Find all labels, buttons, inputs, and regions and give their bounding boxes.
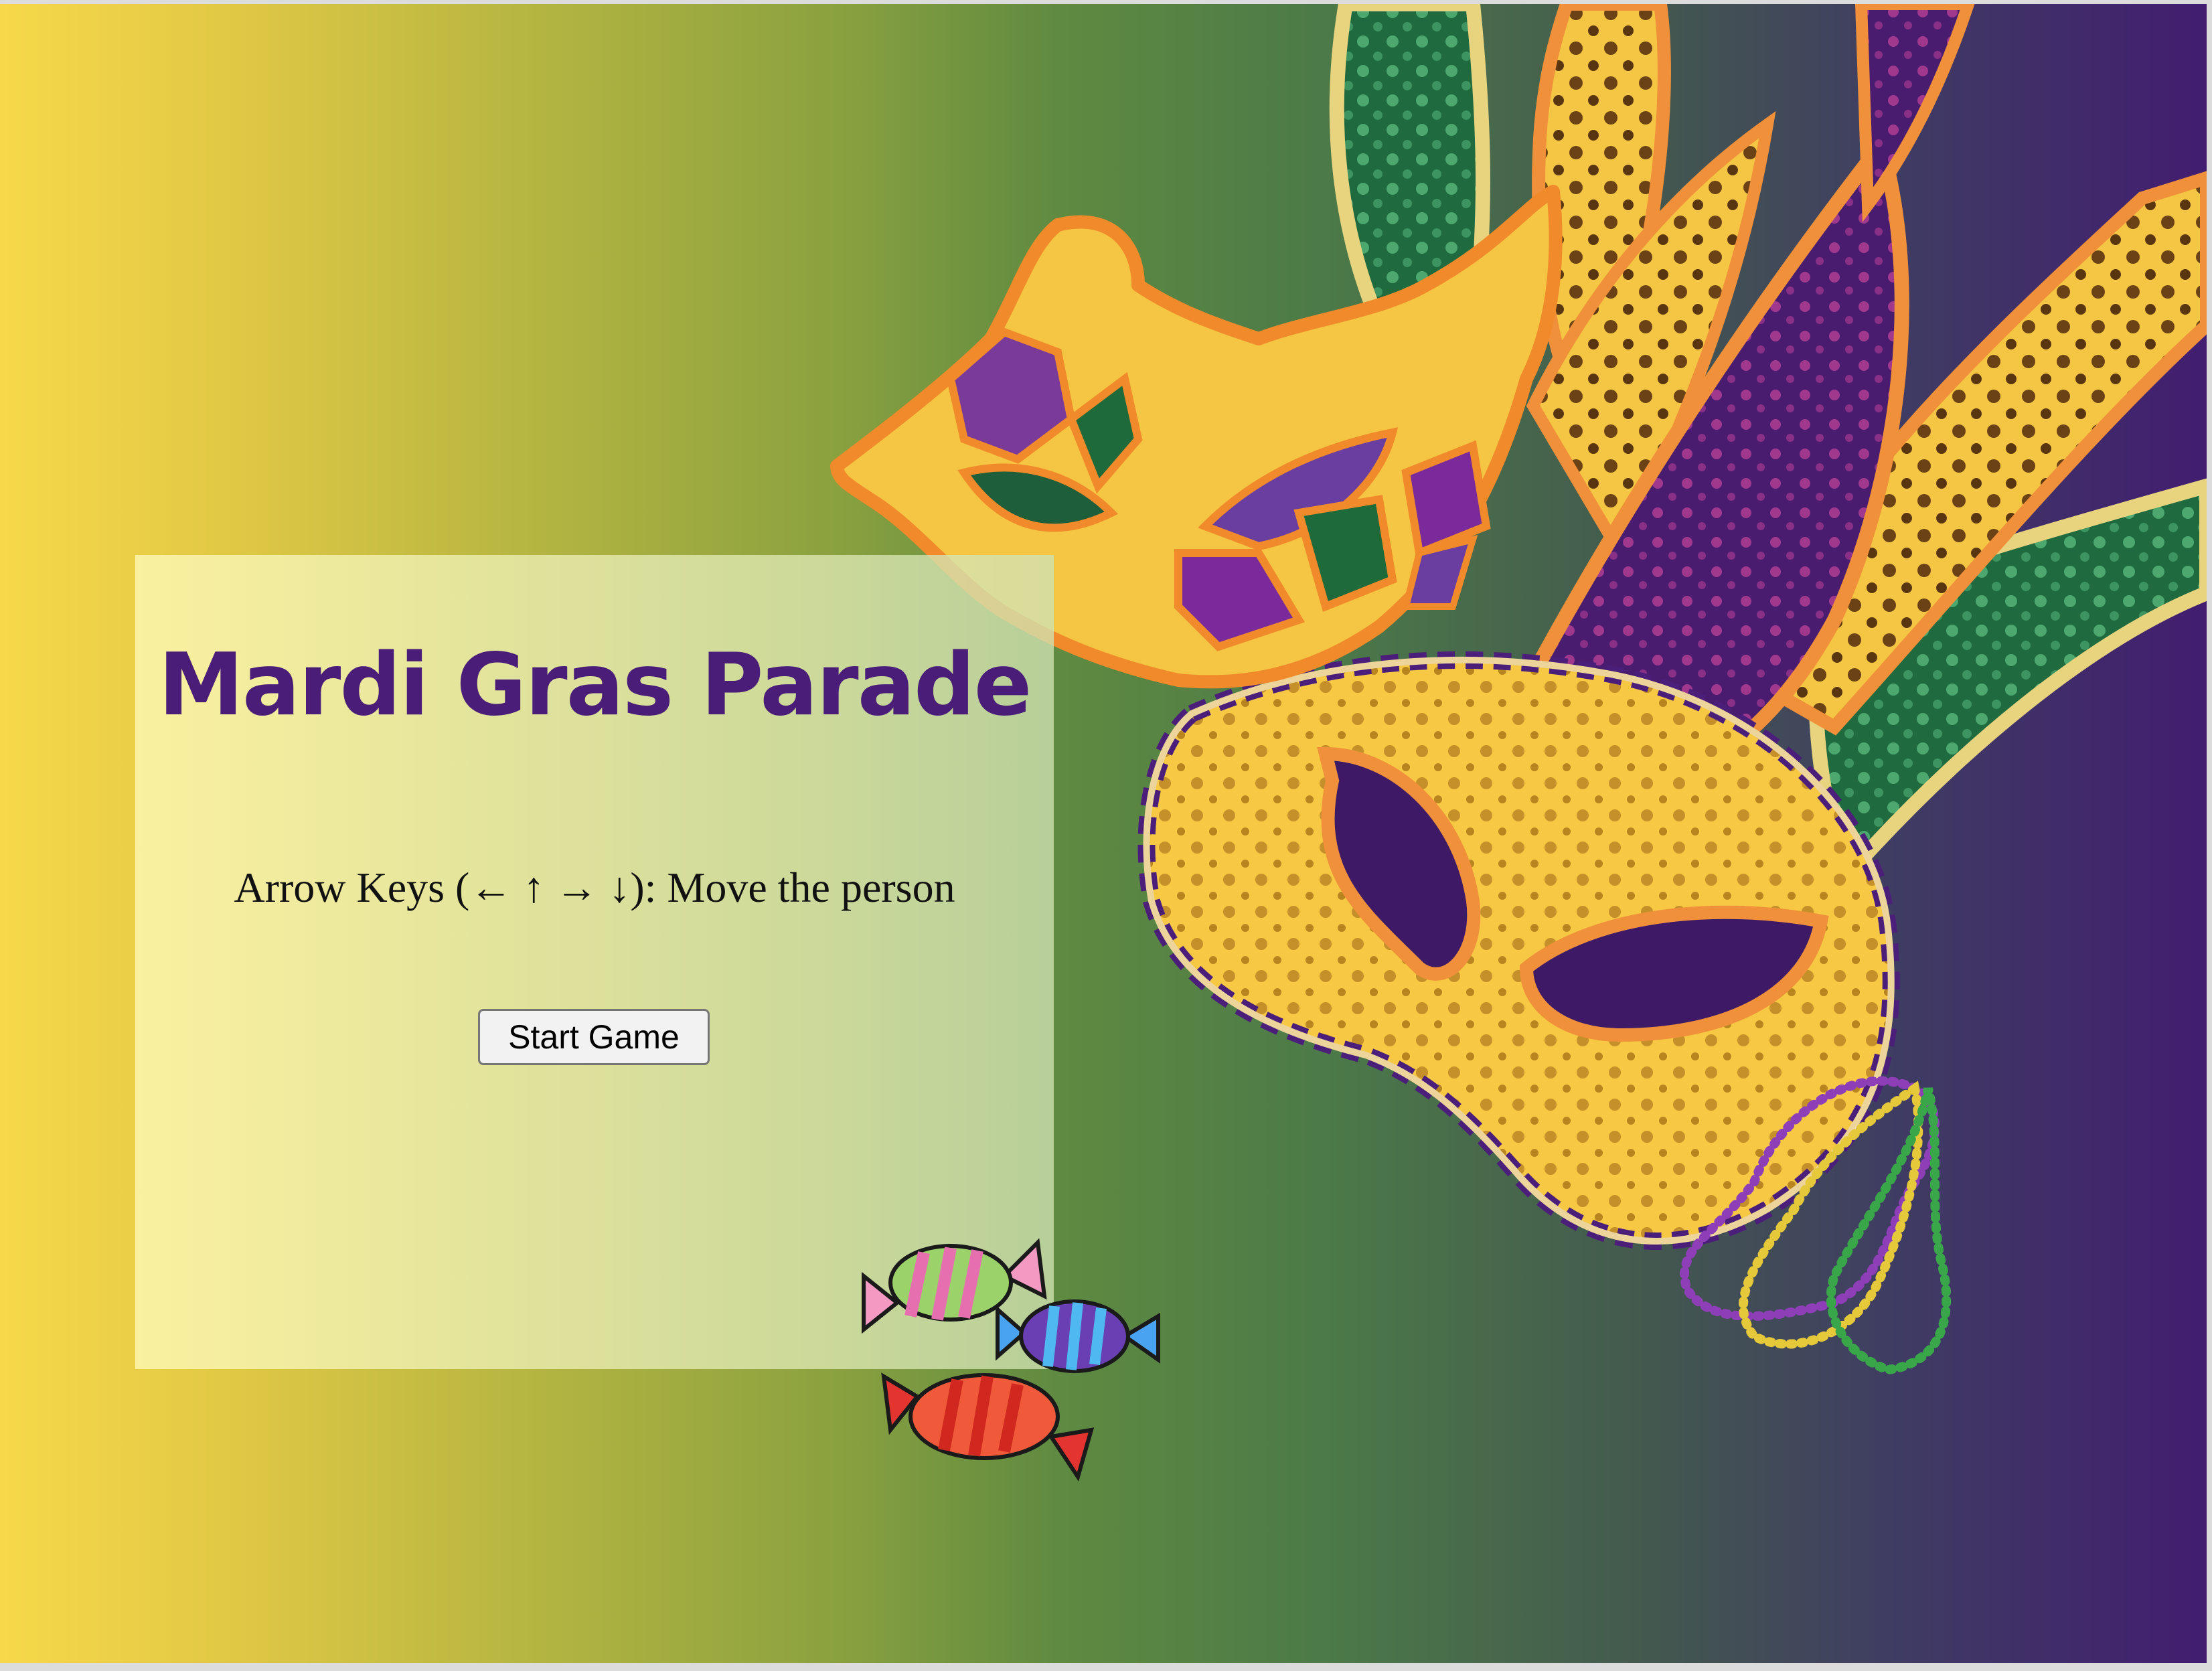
game-screen: Mardi Gras Parade Arrow Keys (← ↑ → ↓): …	[0, 4, 2207, 1663]
candy-icon	[996, 1299, 1160, 1373]
candy-icon	[881, 1372, 1095, 1482]
carnival-mask-large-icon	[1137, 651, 1900, 1250]
candy-icon	[862, 1238, 1047, 1334]
game-title: Mardi Gras Parade	[158, 635, 1032, 735]
start-game-button[interactable]: Start Game	[478, 1009, 710, 1065]
candy-icon	[862, 1238, 1160, 1482]
controls-instructions: Arrow Keys (← ↑ → ↓): Move the person	[234, 864, 955, 911]
